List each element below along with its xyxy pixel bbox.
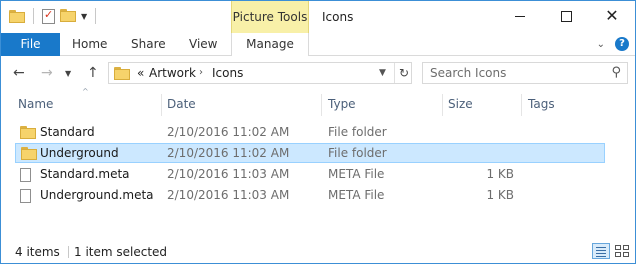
title-bar: ▼ Picture Tools Icons ✕: [1, 1, 635, 33]
minimize-icon: [515, 15, 525, 17]
tab-home[interactable]: Home: [72, 33, 107, 55]
status-divider: [68, 246, 69, 258]
file-date: 2/10/2016 11:02 AM: [167, 146, 290, 160]
status-item-count: 4 items: [15, 245, 60, 259]
tab-view[interactable]: View: [189, 33, 217, 55]
file-icon: [20, 189, 31, 203]
breadcrumb-artwork[interactable]: Artwork: [149, 63, 196, 83]
close-button[interactable]: ✕: [589, 1, 635, 31]
folder-icon: [20, 126, 36, 139]
status-selection: 1 item selected: [74, 245, 168, 259]
column-divider[interactable]: [321, 94, 322, 116]
column-header-date[interactable]: Date: [167, 95, 196, 113]
search-box[interactable]: ⚲: [422, 62, 628, 84]
window-title: Icons: [322, 10, 354, 24]
column-divider[interactable]: [161, 94, 162, 116]
new-folder-icon[interactable]: [60, 9, 76, 23]
forward-arrow-icon[interactable]: →: [41, 65, 53, 81]
column-header-size[interactable]: Size: [448, 95, 473, 113]
column-header-name[interactable]: Name: [18, 95, 53, 113]
picture-tools-header: Picture Tools: [231, 1, 309, 33]
file-type: META File: [328, 188, 385, 202]
file-date: 2/10/2016 11:02 AM: [167, 125, 290, 139]
ribbon-tabs: File Home Share View Manage ⌄ ?: [1, 33, 635, 56]
sort-up-caret-icon: ^: [82, 87, 89, 96]
help-icon[interactable]: ?: [615, 37, 629, 51]
folder-icon: [114, 67, 130, 80]
file-size: 1 KB: [486, 167, 514, 181]
tab-manage[interactable]: Manage: [231, 33, 309, 56]
file-type: File folder: [328, 125, 387, 139]
file-name: Standard.meta: [40, 167, 130, 181]
file-name: Underground: [40, 146, 119, 160]
search-input[interactable]: [430, 65, 600, 81]
column-divider[interactable]: [521, 94, 522, 116]
breadcrumb-icons[interactable]: Icons: [212, 63, 243, 83]
customize-toolbar-dropdown-icon[interactable]: ▼: [81, 12, 87, 21]
file-row[interactable]: Underground.meta 2/10/2016 11:03 AM META…: [15, 185, 605, 205]
toolbar-divider: [33, 8, 34, 24]
file-row[interactable]: Standard.meta 2/10/2016 11:03 AM META Fi…: [15, 164, 605, 184]
ribbon-right-controls: ⌄ ?: [597, 33, 629, 55]
file-date: 2/10/2016 11:03 AM: [167, 167, 290, 181]
refresh-icon[interactable]: ↻: [394, 63, 413, 83]
file-row-selected[interactable]: Underground 2/10/2016 11:02 AM File fold…: [15, 143, 605, 163]
recent-locations-chevron-icon[interactable]: ▼: [65, 69, 71, 78]
expand-ribbon-icon[interactable]: ⌄: [597, 39, 605, 50]
maximize-icon: [560, 10, 572, 22]
quick-access-toolbar: ▼: [9, 8, 99, 24]
search-icon[interactable]: ⚲: [611, 65, 621, 80]
file-size: 1 KB: [486, 188, 514, 202]
file-icon: [20, 168, 31, 182]
file-name: Underground.meta: [40, 188, 154, 202]
folder-icon: [21, 147, 37, 160]
file-type: File folder: [328, 146, 387, 160]
file-name: Standard: [40, 125, 95, 139]
back-arrow-icon[interactable]: ←: [13, 65, 25, 81]
up-arrow-icon[interactable]: ↑: [87, 65, 99, 81]
file-date: 2/10/2016 11:03 AM: [167, 188, 290, 202]
column-divider[interactable]: [442, 94, 443, 116]
folder-icon[interactable]: [9, 9, 25, 23]
column-header-type[interactable]: Type: [328, 95, 356, 113]
close-icon: ✕: [605, 6, 619, 25]
breadcrumb-chevron-icon[interactable]: ›: [199, 63, 203, 83]
maximize-button[interactable]: [543, 1, 589, 31]
column-header-tags[interactable]: Tags: [528, 95, 555, 113]
breadcrumb-overflow[interactable]: «: [137, 63, 144, 83]
details-view-icon[interactable]: [592, 243, 610, 259]
file-row[interactable]: Standard 2/10/2016 11:02 AM File folder: [15, 122, 605, 142]
large-icons-view-icon[interactable]: [613, 243, 631, 259]
explorer-window: ▼ Picture Tools Icons ✕ File Home Share …: [0, 0, 636, 264]
properties-icon[interactable]: [42, 8, 55, 24]
tab-share[interactable]: Share: [131, 33, 166, 55]
file-type: META File: [328, 167, 385, 181]
tab-file[interactable]: File: [1, 33, 60, 56]
toolbar-divider: [95, 8, 97, 24]
minimize-button[interactable]: [497, 1, 543, 31]
address-dropdown-icon[interactable]: ▼: [379, 63, 386, 83]
address-bar[interactable]: « Artwork › Icons ▼ ↻: [108, 62, 412, 84]
